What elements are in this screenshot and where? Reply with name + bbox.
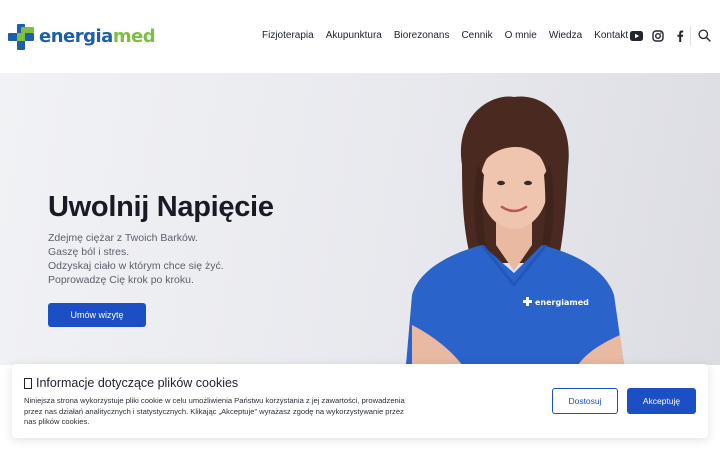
therapist-photo: energiamed xyxy=(406,96,624,365)
cookie-glyph-icon xyxy=(24,377,32,389)
logo-text-part1: energia xyxy=(39,26,113,47)
customize-cookies-button[interactable]: Dostosuj xyxy=(552,388,618,414)
site-logo[interactable]: energiamed xyxy=(8,24,156,50)
facebook-icon[interactable] xyxy=(673,29,687,43)
hero-line: Zdejmę ciężar z Twoich Barków. xyxy=(48,232,198,244)
youtube-icon[interactable] xyxy=(629,29,643,43)
hero-line: Odzyskaj ciało w którym chce się żyć. xyxy=(48,260,224,272)
social-links xyxy=(629,29,695,43)
nav-item-o-mnie[interactable]: O mnie xyxy=(505,29,537,43)
search-icon[interactable] xyxy=(698,29,712,43)
cookie-title: Informacje dotyczące plików cookies xyxy=(36,376,239,390)
hero-description: Zdejmę ciężar z Twoich Barków. Gaszę ból… xyxy=(48,231,224,287)
cookie-description: Niniejsza strona wykorzystuje pliki cook… xyxy=(24,396,405,426)
instagram-icon[interactable] xyxy=(651,29,665,43)
logo-cross-icon xyxy=(8,24,34,50)
nav-item-biorezonans[interactable]: Biorezonans xyxy=(394,29,450,43)
nav-item-cennik[interactable]: Cennik xyxy=(461,29,492,43)
hero-section: Uwolnij Napięcie Zdejmę ciężar z Twoich … xyxy=(0,73,720,365)
hero-line: Gaszę ból i stres. xyxy=(48,246,130,258)
hero-title: Uwolnij Napięcie xyxy=(48,191,274,223)
logo-wordmark: energiamed xyxy=(39,24,156,50)
nav-item-akupunktura[interactable]: Akupunktura xyxy=(326,29,382,43)
shirt-logo-text: energiamed xyxy=(535,298,589,307)
book-appointment-button[interactable]: Umów wizytę xyxy=(48,303,146,327)
nav-item-fizjoterapia[interactable]: Fizjoterapia xyxy=(262,29,314,43)
site-header: energiamed Fizjoterapia Akupunktura Bior… xyxy=(0,0,720,73)
hero-line: Poprowadzę Cię krok po kroku. xyxy=(48,274,194,286)
cookie-title-row: Informacje dotyczące plików cookies xyxy=(24,376,238,390)
nav-item-kontakt[interactable]: Kontakt xyxy=(594,29,628,43)
cookie-banner: Informacje dotyczące plików cookies Nini… xyxy=(12,364,708,438)
main-nav: Fizjoterapia Akupunktura Biorezonans Cen… xyxy=(262,29,628,43)
nav-item-wiedza[interactable]: Wiedza xyxy=(549,29,582,43)
header-divider xyxy=(690,26,691,46)
logo-text-part2: med xyxy=(112,26,156,47)
accept-cookies-button[interactable]: Akceptuję xyxy=(627,388,696,414)
